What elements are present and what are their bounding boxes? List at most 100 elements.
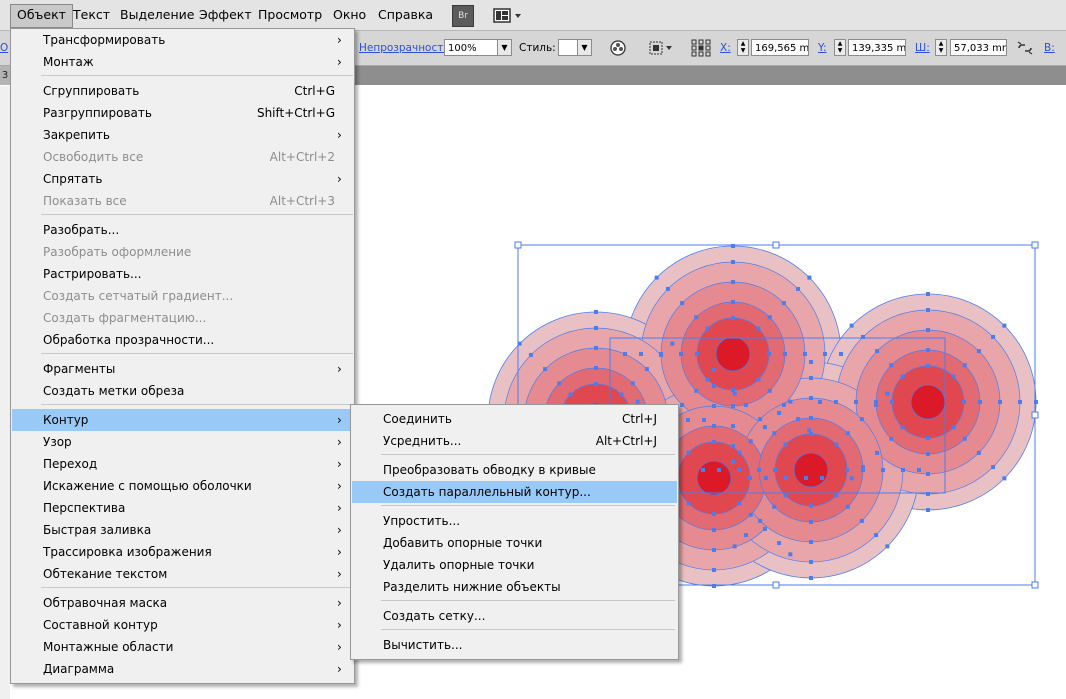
object-menu-item-5[interactable]: Закрепить › [12, 124, 355, 146]
menu-item-label: Закрепить [43, 128, 111, 142]
submenu-arrow-icon: › [337, 55, 342, 69]
object-menu-item-1[interactable]: Трансформировать › [12, 29, 355, 51]
anchor-point [594, 326, 598, 330]
object-menu-item-27[interactable]: Монтажные области › [12, 636, 355, 658]
anchor-point [845, 504, 850, 509]
menu-item-label: Упростить... [383, 514, 461, 528]
menu-separator [41, 404, 353, 405]
menu-item-shortcut: Shift+Ctrl+G [256, 106, 335, 120]
object-menu-item-9[interactable]: Разобрать... [12, 219, 355, 241]
anchor-point [712, 512, 716, 516]
path-submenu-item-4[interactable]: Создать параллельный контур... [352, 481, 677, 503]
path-submenu-item-6[interactable]: Добавить опорные точки [352, 532, 677, 554]
anchor-point [712, 528, 716, 532]
anchor-point [788, 399, 793, 404]
anchor-point [951, 425, 956, 430]
menu-select[interactable]: Выделение [114, 4, 200, 26]
y-label[interactable]: Y: [818, 42, 827, 54]
object-menu-item-19[interactable]: Переход › [12, 453, 355, 475]
offset-path-circle [910, 384, 946, 420]
anchor-point [926, 292, 930, 296]
path-submenu-item-5[interactable]: Упростить... [352, 510, 677, 532]
width-label[interactable]: Ш: [915, 42, 930, 54]
opacity-label[interactable]: Непрозрачность: [359, 42, 453, 54]
anchor-point [834, 442, 839, 447]
anchor-point [594, 382, 598, 386]
anchor-point [885, 544, 890, 549]
menu-view[interactable]: Просмотр [252, 4, 328, 26]
object-menu-item-20[interactable]: Искажение с помощью оболочки › [12, 475, 355, 497]
object-menu-item-3[interactable]: Сгруппировать Ctrl+G [12, 80, 355, 102]
document-tab[interactable]: 3 [0, 66, 10, 85]
width-stepper[interactable]: ▲ ▼ [935, 39, 947, 56]
path-submenu-item-3[interactable]: Преобразовать обводку в кривые [352, 459, 677, 481]
object-menu-item-23[interactable]: Трассировка изображения › [12, 541, 355, 563]
object-menu-item-11[interactable]: Растрировать... [12, 263, 355, 285]
object-menu-item-18[interactable]: Узор › [12, 431, 355, 453]
path-submenu-item-10[interactable]: Вычистить... [352, 634, 677, 656]
anchor-point [781, 402, 786, 407]
anchor-point [748, 439, 753, 444]
control-left-cut-label[interactable]: О [0, 42, 8, 54]
style-dropdown-button[interactable]: ▼ [577, 39, 592, 56]
x-label[interactable]: X: [720, 42, 731, 54]
anchor-point [926, 308, 930, 312]
object-menu-item-4[interactable]: Разгруппировать Shift+Ctrl+G [12, 102, 355, 124]
recolor-icon[interactable] [609, 39, 627, 57]
path-submenu-item-8[interactable]: Разделить нижние объекты [352, 576, 677, 598]
menu-window[interactable]: Окно [327, 4, 372, 26]
y-stepper[interactable]: ▲ ▼ [834, 39, 846, 56]
width-input[interactable]: 57,033 mm [950, 39, 1007, 56]
object-menu-item-2[interactable]: Монтаж › [12, 51, 355, 73]
constrain-link-icon[interactable] [1015, 39, 1035, 57]
anchor-point [839, 352, 843, 356]
object-menu-item-25[interactable]: Обтравочная маска › [12, 592, 355, 614]
path-submenu-item-1[interactable]: Соединить Ctrl+J [352, 408, 677, 430]
menu-text[interactable]: Текст [67, 4, 116, 26]
anchor-point [976, 349, 981, 354]
arrange-documents-icon[interactable] [490, 5, 526, 27]
submenu-arrow-icon: › [337, 567, 342, 581]
height-label[interactable]: В: [1044, 42, 1055, 54]
menu-item-label: Узор [43, 435, 72, 449]
x-stepper[interactable]: ▲ ▼ [737, 39, 749, 56]
object-menu-item-24[interactable]: Обтекание текстом › [12, 563, 355, 585]
object-menu-item-17[interactable]: Контур › [12, 409, 355, 431]
y-input[interactable]: 139,335 mm [848, 39, 906, 56]
object-menu-item-21[interactable]: Перспектива › [12, 497, 355, 519]
anchor-point [1002, 323, 1007, 328]
submenu-arrow-icon: › [337, 457, 342, 471]
path-submenu-item-7[interactable]: Удалить опорные точки [352, 554, 677, 576]
x-input[interactable]: 169,565 mm [751, 39, 809, 56]
menu-object[interactable]: Объект [10, 4, 73, 28]
path-submenu-item-2[interactable]: Усреднить... Alt+Ctrl+J [352, 430, 677, 452]
opacity-dropdown-button[interactable]: ▼ [497, 39, 512, 56]
style-swatch[interactable] [558, 39, 578, 56]
align-icon[interactable] [647, 39, 675, 57]
bridge-icon[interactable]: Br [452, 5, 474, 27]
opacity-input[interactable]: 100% [444, 39, 498, 56]
anchor-point [926, 508, 930, 512]
object-menu-item-15[interactable]: Фрагменты › [12, 358, 355, 380]
anchor-point [619, 392, 624, 397]
object-menu-item-14[interactable]: Обработка прозрачности... [12, 329, 355, 351]
menu-item-shortcut: Alt+Ctrl+J [595, 434, 657, 448]
object-menu-item-16[interactable]: Создать метки обреза [12, 380, 355, 402]
object-menu-item-26[interactable]: Составной контур › [12, 614, 355, 636]
object-menu-item-7[interactable]: Спрятать › [12, 168, 355, 190]
anchor-point [845, 431, 850, 436]
anchor-point [849, 323, 854, 328]
menu-help[interactable]: Справка [372, 4, 439, 26]
path-submenu-item-9[interactable]: Создать сетку... [352, 605, 677, 627]
anchor-point [712, 368, 716, 372]
object-menu-item-22[interactable]: Быстрая заливка › [12, 519, 355, 541]
anchor-point [809, 360, 813, 364]
anchor-point [796, 417, 801, 422]
menu-item-label: Растрировать... [43, 267, 142, 281]
menu-item-label: Соединить [383, 412, 452, 426]
transform-icon[interactable] [690, 38, 712, 58]
object-menu-item-28[interactable]: Диаграмма › [12, 658, 355, 680]
anchor-point [528, 352, 533, 357]
menu-item-label: Создать фрагментацию... [43, 311, 207, 325]
menu-effect[interactable]: Эффект [193, 4, 258, 26]
